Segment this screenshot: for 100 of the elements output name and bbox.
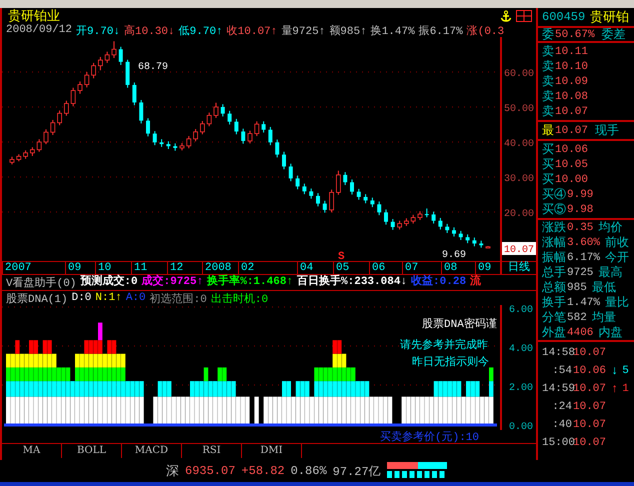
indicator-tab[interactable]: MA [2,444,62,458]
candlestick [118,46,123,66]
candlestick [241,128,246,144]
indicator-tab[interactable]: DMI [242,444,302,458]
indicator-tab[interactable]: RSI [182,444,242,458]
candlestick [146,118,150,137]
field-label: 今开 [605,250,630,265]
candlestick [193,128,198,142]
dna-note: 股票DNA密码谨 [422,319,497,331]
indicator-tab[interactable]: MACD [122,444,182,458]
index-percent: 0.86% [290,464,327,478]
bid-price: 10.05 [555,158,588,170]
candlestick [200,120,205,135]
bid-price: 9.99 [567,188,594,200]
date-label: 11 [131,262,167,274]
candlestick [44,128,48,145]
window-icon[interactable] [516,10,532,22]
quote-field: 低9.70↑ [178,22,223,38]
field-value: 9725 [567,266,594,278]
index-change: +58.82 [241,464,285,478]
indicator-value: 初选范围:0 [150,292,207,306]
price-axis-label: 30.00 [504,174,534,185]
bid-label: 买⑤ [542,202,566,217]
tick-price: 10.07 [573,383,606,395]
field-value: 10.07 [555,124,588,136]
ask-price: 10.07 [555,106,588,118]
tick-price: 10.07 [573,401,606,413]
sell-signal-marker: S [338,251,345,261]
candlestick [329,189,334,213]
tick-time: :24 [551,401,572,413]
field-value: 0.35 [567,222,594,234]
candlestick [384,209,388,226]
candlestick [452,226,456,237]
date-label: 07 [402,262,441,274]
low-price-label: 9.69 [442,250,466,261]
field-value: 1.47% [567,296,600,308]
indicator-tab[interactable]: BOLL [62,444,122,458]
indicator-value: 换手率%:1.468↑ [207,276,294,289]
quote-field: 涨(0.3 [466,22,504,38]
field-label: 振幅 [542,250,566,265]
breadth-bar-icon [386,462,447,480]
candlestick [132,82,136,106]
tick-volume: 1 [622,383,629,395]
quote-field: 振6.17% [418,22,463,38]
tick-price: 10.07 [573,437,606,449]
candlestick [445,223,450,234]
bid-label: 买 [542,157,554,172]
field-label: 外盘 [542,325,566,340]
date-label: 04 [297,262,333,274]
price-axis-label: 40.00 [504,139,534,150]
dna-axis-label: 0.00 [509,422,534,430]
candlestick [220,104,225,117]
candlestick [104,51,110,64]
field-label: 均价 [598,220,622,235]
field-label: 总手 [542,265,566,280]
tick-time: 14:59 [542,383,572,395]
indicator-value: 收益:0.28 [411,276,466,289]
field-label: 前收 [605,235,630,250]
candlestick [126,59,130,88]
tick-price: 10.07 [573,347,606,359]
candlestick [36,138,42,152]
ask-label: 卖 [542,59,554,74]
candlestick [424,208,429,218]
tick-price: 10.07 [573,419,606,431]
candlestick [364,194,368,204]
candlestick [356,188,361,200]
field-label: 涨幅 [542,235,566,250]
reference-price: 买卖参考价(元):10 [380,430,480,444]
date-label: 10 [95,262,131,274]
candlestick [275,139,280,158]
candlestick [228,110,232,125]
candlestick [316,192,320,207]
ask-price: 10.11 [555,46,588,58]
candlestick [262,120,266,134]
market-label: 深 [166,463,179,480]
field-value: 582 [567,312,587,324]
candlestick [112,40,116,58]
dna-note: 昨日无指示则今 [412,357,489,369]
candlestick [70,87,76,107]
turnover-amount: 97.27亿 [332,464,381,480]
period-label[interactable]: 日线 [500,262,536,274]
quote-date: 2008/09/12 [6,24,72,36]
candlestick [234,118,238,135]
field-label: 换手 [542,295,566,310]
price-axis-label: 20.00 [504,209,534,220]
field-value: 3.60% [567,236,600,248]
quote-field: 收10.07↑ [226,22,278,38]
candlestick [336,170,341,196]
indicator-value: D:0 [72,292,92,304]
dna-axis-label: 2.00 [509,383,534,394]
bid-price: 10.00 [555,174,588,186]
bid-label: 买④ [542,187,566,202]
date-label: 02 [238,262,297,274]
field-label: 均量 [592,310,616,325]
indicator-value: 预测成交:0 [80,276,138,289]
tick-time: 14:58 [542,347,572,359]
candlestick [288,163,293,182]
dna-axis-label: 4.00 [509,344,534,355]
anchor-icon[interactable] [500,10,512,22]
stock-code: 600459 [542,10,586,24]
